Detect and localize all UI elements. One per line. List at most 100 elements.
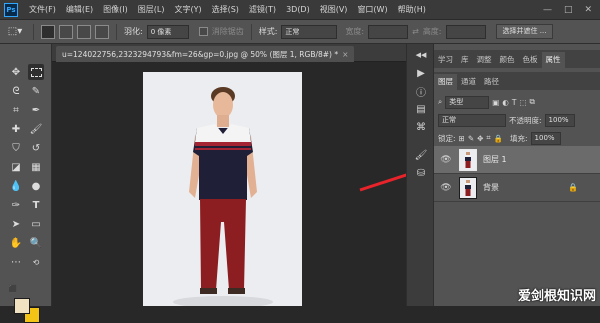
layer-name[interactable]: 背景 — [483, 182, 499, 193]
filter-adjust-icon[interactable]: ◐ — [502, 98, 509, 107]
eye-icon[interactable]: 👁 — [439, 183, 453, 193]
crop-tool-icon[interactable]: ⌗ — [8, 102, 24, 118]
subtract-selection-button[interactable] — [77, 24, 91, 39]
pen-tool-icon[interactable]: ✑ — [8, 197, 24, 213]
zoom-tool-icon[interactable]: 🔍 — [28, 235, 44, 251]
more-tools-icon[interactable]: ⋯ — [8, 254, 24, 270]
actions-icon[interactable]: ▤ — [414, 102, 428, 116]
intersect-selection-button[interactable] — [95, 24, 109, 39]
tab-paths[interactable]: 路径 — [480, 74, 503, 90]
document-canvas-image[interactable] — [143, 72, 302, 308]
clone-source-icon[interactable]: ⛁ — [414, 166, 428, 180]
add-selection-button[interactable] — [59, 24, 73, 39]
lock-transparent-icon[interactable]: ⊞ — [459, 134, 465, 143]
menu-view[interactable]: 视图(V) — [315, 4, 353, 15]
history-icon[interactable]: ▶ — [414, 66, 428, 80]
filter-type-icon[interactable]: T — [512, 98, 517, 107]
filter-shape-icon[interactable]: ⬚ — [519, 98, 526, 107]
tab-swatches[interactable]: 色板 — [519, 52, 542, 68]
feather-input[interactable]: 0 像素 — [146, 24, 189, 39]
layer-name[interactable]: 图层 1 — [483, 154, 507, 165]
lock-all-icon[interactable]: 🔒 — [494, 134, 503, 143]
blend-mode-select[interactable]: 正常 — [438, 113, 506, 127]
right-panels: 学习 库 调整 颜色 色板 属性 图层 通道 路径 ⌕ 类型 ▣ ◐ T ⬚ ⧉… — [434, 44, 600, 306]
lock-move-icon[interactable]: ✥ — [477, 134, 483, 143]
marquee-tool-icon[interactable] — [28, 64, 44, 80]
menu-type[interactable]: 文字(Y) — [169, 4, 206, 15]
type-tool-icon[interactable]: T — [28, 197, 44, 213]
menu-file[interactable]: 文件(F) — [24, 4, 61, 15]
opacity-input[interactable]: 100% — [544, 113, 575, 127]
menu-bar: Ps 文件(F) 编辑(E) 图像(I) 图层(L) 文字(Y) 选择(S) 滤… — [0, 0, 600, 20]
menu-layer[interactable]: 图层(L) — [133, 4, 170, 15]
new-selection-button[interactable] — [41, 24, 55, 39]
healing-brush-tool-icon[interactable]: ✚ — [8, 121, 24, 137]
eraser-tool-icon[interactable]: ◪ — [8, 159, 24, 175]
menu-filter[interactable]: 滤镜(T) — [244, 4, 281, 15]
tab-adjustments[interactable]: 调整 — [473, 52, 496, 68]
rectangle-tool-icon[interactable]: ▭ — [28, 216, 44, 232]
tab-channels[interactable]: 通道 — [457, 74, 480, 90]
document-tab[interactable]: u=124022756,2323294793&fm=26&gp=0.jpg @ … — [56, 46, 355, 62]
lock-paint-icon[interactable]: ✎ — [468, 134, 474, 143]
tab-libraries[interactable]: 库 — [457, 52, 473, 68]
close-tab-icon[interactable]: × — [342, 50, 348, 59]
width-input[interactable] — [368, 24, 409, 39]
filter-pixel-icon[interactable]: ▣ — [492, 98, 499, 107]
tool-preset-icon[interactable]: ⬚▾ — [4, 26, 26, 37]
menu-3d[interactable]: 3D(D) — [281, 5, 315, 14]
select-and-mask-button[interactable]: 选择并遮住 ... — [495, 24, 554, 39]
tab-color[interactable]: 颜色 — [496, 52, 519, 68]
brush-tool-icon[interactable]: 🖌 — [28, 121, 44, 137]
filter-kind-select[interactable]: 类型 — [445, 95, 490, 109]
tools-panel: ✥ ᘓ ✎ ⌗ ✒ ✚ 🖌 ⛉ ↺ ◪ ▦ 💧 ● ✑ T ➤ ▭ ✋ 🔍 ⋯ … — [0, 44, 52, 323]
gradient-tool-icon[interactable]: ▦ — [28, 159, 44, 175]
move-tool-icon[interactable]: ✥ — [8, 64, 24, 80]
maximize-button[interactable]: □ — [564, 5, 573, 15]
menu-help[interactable]: 帮助(H) — [393, 4, 431, 15]
foreground-color-swatch[interactable] — [14, 298, 30, 314]
tab-properties[interactable]: 属性 — [541, 52, 565, 68]
layer-row-layer1[interactable]: 👁 图层 1 — [434, 146, 600, 174]
height-input[interactable] — [445, 24, 486, 39]
menu-edit[interactable]: 编辑(E) — [61, 4, 98, 15]
filter-smart-icon[interactable]: ⧉ — [530, 97, 535, 107]
menu-select[interactable]: 选择(S) — [207, 4, 244, 15]
eyedropper-tool-icon[interactable]: ✒ — [28, 102, 44, 118]
properties-icon[interactable]: ⓘ — [414, 84, 428, 99]
antialias-label: 消除锯齿 — [211, 27, 244, 36]
layer-panel-tabs: 图层 通道 路径 — [434, 72, 600, 90]
layer-thumbnail — [459, 148, 477, 171]
adjustments-icon[interactable]: ⌘ — [414, 120, 428, 134]
document-tab-bar: u=124022756,2323294793&fm=26&gp=0.jpg @ … — [52, 44, 406, 62]
quick-mask-icon[interactable]: ⬛ — [8, 284, 18, 294]
swap-icon[interactable]: ⇄ — [412, 27, 419, 36]
edit-toolbar-icon[interactable]: ⟲ — [28, 254, 44, 270]
close-window-button[interactable]: ✕ — [584, 5, 592, 15]
antialias-checkbox[interactable] — [198, 27, 208, 36]
path-select-tool-icon[interactable]: ➤ — [8, 216, 24, 232]
dodge-tool-icon[interactable]: ● — [28, 178, 44, 194]
height-label: 高度: — [422, 27, 442, 36]
options-separator — [116, 23, 117, 40]
hand-tool-icon[interactable]: ✋ — [8, 235, 24, 251]
tab-learn[interactable]: 学习 — [434, 52, 457, 68]
minimize-button[interactable]: — — [543, 5, 552, 15]
menu-image[interactable]: 图像(I) — [98, 4, 133, 15]
lock-row: 锁定: ⊞ ✎ ✥ ⌗ 🔒 填充: 100% — [438, 131, 561, 145]
collapse-icon[interactable]: ◀◀ — [414, 48, 428, 62]
tab-layers[interactable]: 图层 — [434, 74, 457, 90]
quick-select-tool-icon[interactable]: ✎ — [28, 83, 44, 99]
clone-stamp-tool-icon[interactable]: ⛉ — [8, 140, 24, 156]
history-brush-tool-icon[interactable]: ↺ — [28, 140, 44, 156]
brush-settings-icon[interactable]: 🖌 — [414, 148, 428, 162]
style-select[interactable]: 正常 — [281, 24, 338, 39]
layer-row-background[interactable]: 👁 背景 🔒 — [434, 174, 600, 202]
menu-window[interactable]: 窗口(W) — [352, 4, 392, 15]
lasso-tool-icon[interactable]: ᘓ — [8, 83, 24, 99]
fill-input[interactable]: 100% — [530, 131, 561, 145]
lock-artboard-icon[interactable]: ⌗ — [486, 133, 490, 143]
fill-label: 填充: — [510, 133, 528, 143]
eye-icon[interactable]: 👁 — [439, 155, 453, 165]
blur-tool-icon[interactable]: 💧 — [8, 178, 24, 194]
